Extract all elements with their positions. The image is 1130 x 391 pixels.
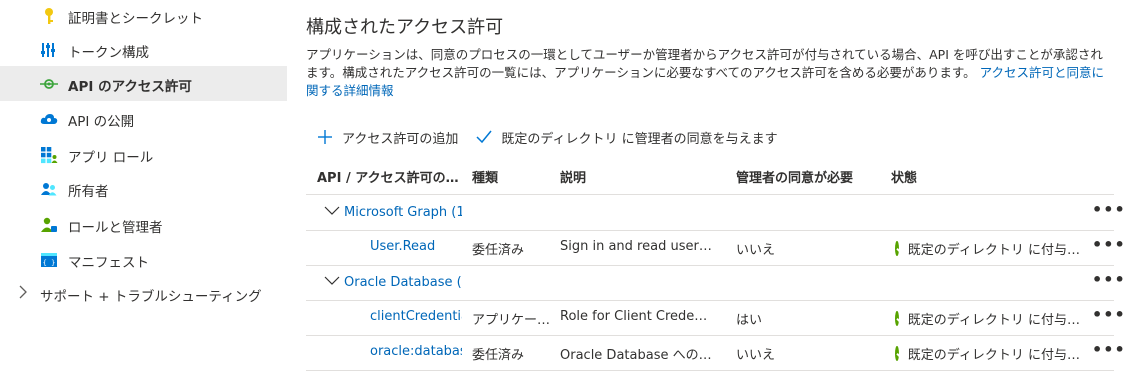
status-badge: 既定のディレクトリ に付与… xyxy=(895,309,1080,328)
sidebar-item-token-config[interactable]: トークン構成 xyxy=(0,32,287,67)
sidebar-item-expose-api[interactable]: API の公開 xyxy=(0,101,287,136)
more-options-icon[interactable]: ••• xyxy=(1092,270,1125,290)
column-header-admin-consent[interactable]: 管理者の同意が必要 xyxy=(736,167,853,186)
roles-admins-icon xyxy=(41,217,57,232)
app-roles-icon xyxy=(41,147,58,164)
page-title: 構成されたアクセス許可 xyxy=(306,17,504,38)
more-options-icon[interactable]: ••• xyxy=(1092,235,1125,255)
plus-icon xyxy=(318,130,332,144)
sidebar-item-owners[interactable]: 所有者 xyxy=(0,171,287,206)
permission-type: 委任済み xyxy=(472,348,525,363)
chevron-down-icon xyxy=(324,274,340,290)
table-row: clientCredentia アプリケー… Role for Client C… xyxy=(306,300,1125,336)
permission-type: アプリケー… xyxy=(472,313,551,328)
status-badge: 既定のディレクトリ に付与… xyxy=(895,239,1080,258)
sidebar-item-label: 所有者 xyxy=(68,184,109,200)
table-row: oracle:databas 委任済み Oracle Database への… … xyxy=(306,335,1125,371)
command-bar: アクセス許可の追加 既定のディレクトリ に管理者の同意を与えます xyxy=(316,127,795,147)
more-options-icon[interactable]: ••• xyxy=(1092,305,1125,325)
permission-name-link[interactable]: User.Read xyxy=(370,239,466,254)
chevron-right-icon xyxy=(18,285,28,303)
chevron-down-icon xyxy=(324,204,340,220)
key-icon xyxy=(45,8,53,24)
sidebar-item-label: ロールと管理者 xyxy=(68,220,163,236)
table-group-row[interactable]: Oracle Database ( ••• xyxy=(306,265,1125,301)
table-header: API / アクセス許可の… 種類 説明 管理者の同意が必要 状態 xyxy=(306,157,1114,195)
page-description: アプリケーションは、同意のプロセスの一環としてユーザーか管理者からアクセス許可が… xyxy=(306,47,1105,98)
admin-consent-required: いいえ xyxy=(736,348,776,363)
token-config-icon xyxy=(41,43,55,57)
group-name[interactable]: Microsoft Graph (1 xyxy=(324,204,462,220)
group-name[interactable]: Oracle Database ( xyxy=(324,274,462,290)
more-options-icon[interactable]: ••• xyxy=(1092,200,1125,220)
checkmark-icon xyxy=(476,130,492,144)
column-header-description[interactable]: 説明 xyxy=(560,167,586,186)
sidebar-item-label: API のアクセス許可 xyxy=(68,79,192,95)
permission-type: 委任済み xyxy=(472,243,525,258)
permission-name-link[interactable]: clientCredentia xyxy=(370,309,462,324)
grant-admin-consent-button[interactable]: 既定のディレクトリ に管理者の同意を与えます xyxy=(475,127,778,147)
more-options-icon[interactable]: ••• xyxy=(1092,340,1125,360)
manifest-icon: { } xyxy=(41,253,57,267)
admin-consent-required: いいえ xyxy=(736,243,776,258)
success-check-icon xyxy=(895,346,899,361)
permission-name-link[interactable]: oracle:databas xyxy=(370,344,462,359)
success-check-icon xyxy=(895,311,899,326)
column-header-status[interactable]: 状態 xyxy=(891,167,917,186)
permission-description: Sign in and read user… xyxy=(560,239,712,254)
sidebar-item-manifest[interactable]: { } マニフェスト xyxy=(0,242,287,277)
column-header-type[interactable]: 種類 xyxy=(472,167,498,186)
sidebar-item-label: API の公開 xyxy=(68,114,135,130)
sidebar-item-roles-admins[interactable]: ロールと管理者 xyxy=(0,207,287,242)
sidebar-item-certificates[interactable]: 証明書とシークレット xyxy=(0,0,287,33)
table-group-row[interactable]: Microsoft Graph (1 ••• xyxy=(306,195,1125,231)
cloud-icon xyxy=(40,114,58,124)
svg-text:{ }: { } xyxy=(43,259,56,267)
sidebar-item-label: 証明書とシークレット xyxy=(68,11,203,27)
success-check-icon xyxy=(895,241,899,256)
permission-description: Oracle Database への… xyxy=(560,348,712,363)
sidebar-item-label: アプリ ロール xyxy=(68,150,154,166)
admin-consent-required: はい xyxy=(736,313,763,328)
status-badge: 既定のディレクトリ に付与… xyxy=(895,344,1080,363)
sidebar: 証明書とシークレット トークン構成 API のアクセス許可 API の公開 アプ… xyxy=(0,0,287,391)
add-permission-button[interactable]: アクセス許可の追加 xyxy=(316,127,458,147)
table-row: User.Read 委任済み Sign in and read user… いい… xyxy=(306,230,1125,266)
column-header-api[interactable]: API / アクセス許可の… xyxy=(317,167,459,186)
sidebar-item-api-permissions[interactable]: API のアクセス許可 xyxy=(0,66,287,101)
sidebar-item-label: サポート + トラブルシューティング xyxy=(40,289,262,305)
permission-description: Role for Client Crede… xyxy=(560,309,708,324)
sidebar-item-support[interactable]: サポート + トラブルシューティング xyxy=(0,276,287,311)
sidebar-item-app-roles[interactable]: アプリ ロール xyxy=(0,137,287,172)
sidebar-item-label: トークン構成 xyxy=(68,45,149,61)
api-permissions-icon xyxy=(40,79,58,89)
owners-icon xyxy=(41,183,57,196)
sidebar-item-label: マニフェスト xyxy=(68,255,149,271)
